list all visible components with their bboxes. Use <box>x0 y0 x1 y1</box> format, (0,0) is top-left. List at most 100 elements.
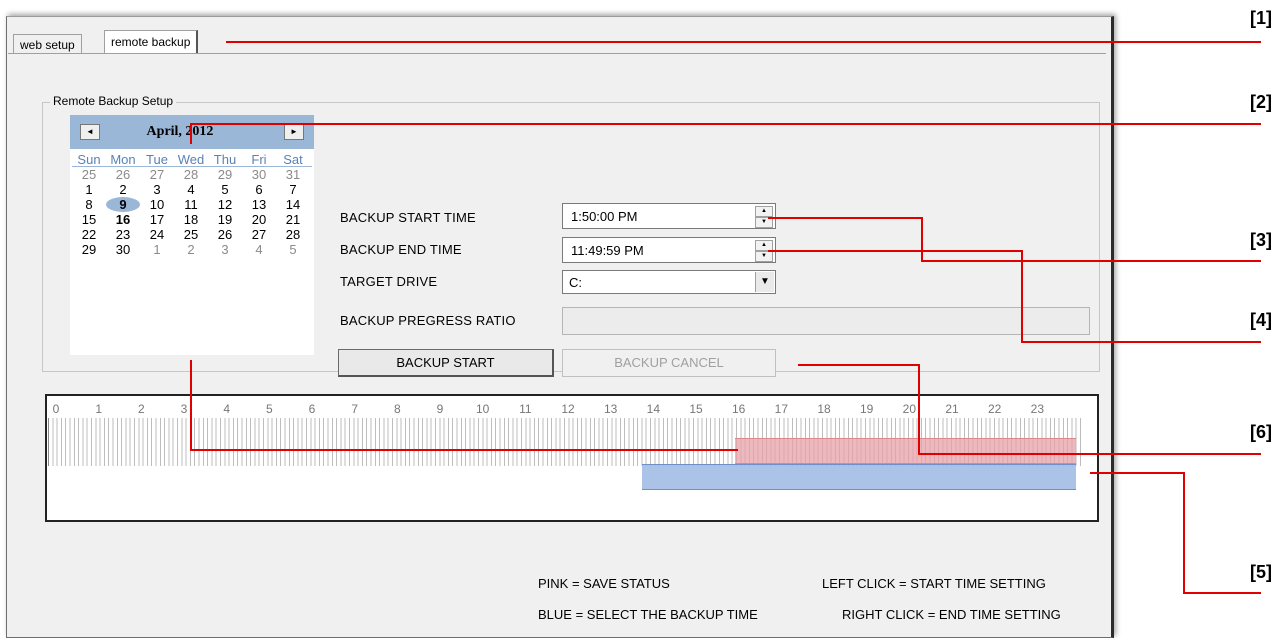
timeline-hour-label: 0 <box>52 402 60 416</box>
calendar-day[interactable]: 3 <box>140 182 174 197</box>
arrow-right-icon: ► <box>290 127 298 136</box>
callout-label-6: [6] <box>1250 422 1272 442</box>
calendar-day[interactable]: 31 <box>276 167 310 182</box>
calendar-day[interactable]: 19 <box>208 212 242 227</box>
calendar-day[interactable]: 27 <box>140 167 174 182</box>
calendar-day[interactable]: 1 <box>72 182 106 197</box>
timeline-hour-label: 2 <box>137 402 145 416</box>
backup-end-time-input[interactable] <box>569 242 743 259</box>
timeline-hour-label: 20 <box>902 402 916 416</box>
calendar-day[interactable]: 29 <box>72 242 106 257</box>
tab-remote-backup[interactable]: remote backup <box>104 30 199 54</box>
calendar-day[interactable]: 11 <box>174 197 208 212</box>
legend-right-click: RIGHT CLICK = END TIME SETTING <box>842 607 1061 622</box>
calendar-day[interactable]: 13 <box>242 197 276 212</box>
calendar-day[interactable]: 5 <box>276 242 310 257</box>
timeline-hour-label: 6 <box>308 402 316 416</box>
calendar-weekday: Wed <box>177 152 205 167</box>
calendar-day[interactable]: 30 <box>106 242 140 257</box>
backup-cancel-button[interactable]: BACKUP CANCEL <box>562 349 776 377</box>
calendar-day[interactable]: 25 <box>174 227 208 242</box>
timeline-hour-label: 8 <box>393 402 401 416</box>
start-time-spinner[interactable]: ▲ ▼ <box>755 206 773 228</box>
timeline-hour-label: 18 <box>817 402 831 416</box>
calendar-day[interactable]: 28 <box>276 227 310 242</box>
calendar-day[interactable]: 26 <box>208 227 242 242</box>
calendar-day[interactable]: 4 <box>242 242 276 257</box>
spin-down-icon[interactable]: ▼ <box>755 251 773 262</box>
backup-end-time-label: BACKUP END TIME <box>340 242 462 257</box>
calendar-day[interactable]: 15 <box>72 212 106 227</box>
callout-line-4a <box>768 250 1022 252</box>
calendar-day[interactable]: 10 <box>140 197 174 212</box>
timeline-hour-label: 9 <box>436 402 444 416</box>
backup-start-time-field[interactable]: ▲ ▼ <box>562 203 776 229</box>
timeline-hour-label: 19 <box>859 402 874 416</box>
calendar-day[interactable]: 4 <box>174 182 208 197</box>
callout-line-5c <box>1183 592 1261 594</box>
legend-left-click: LEFT CLICK = START TIME SETTING <box>822 576 1046 591</box>
calendar-day[interactable]: 25 <box>72 167 106 182</box>
calendar-day[interactable]: 24 <box>140 227 174 242</box>
legend-pink: PINK = SAVE STATUS <box>538 576 670 591</box>
calendar-grid: Sun Mon Tue Wed Thu Fri Sat 25 26 27 28 29 30 31 1 2 3 4 5… <box>72 152 312 257</box>
timeline-hour-label: 17 <box>774 402 788 416</box>
calendar-day[interactable]: 14 <box>276 197 310 212</box>
calendar-day[interactable]: 3 <box>208 242 242 257</box>
callout-line-6a <box>798 364 920 366</box>
callout-line-4b <box>1021 250 1023 343</box>
timeline-hour-label: 23 <box>1030 402 1044 416</box>
calendar-day[interactable]: 30 <box>242 167 276 182</box>
target-drive-label: TARGET DRIVE <box>340 274 438 289</box>
backup-start-time-input[interactable] <box>569 208 743 225</box>
calendar-day[interactable]: 2 <box>174 242 208 257</box>
calendar-day[interactable]: 17 <box>140 212 174 227</box>
calendar-day[interactable]: 18 <box>174 212 208 227</box>
timeline-hour-label: 12 <box>561 402 575 416</box>
callout-line-3b <box>921 217 923 262</box>
calendar-day[interactable]: 27 <box>242 227 276 242</box>
spin-up-icon[interactable]: ▲ <box>755 206 773 217</box>
calendar-weekday: Thu <box>213 152 237 167</box>
calendar-prev-button[interactable]: ◄ <box>80 124 100 140</box>
calendar-day[interactable]: 6 <box>242 182 276 197</box>
calendar-day[interactable]: 7 <box>276 182 310 197</box>
callout-label-3: [3] <box>1250 230 1272 250</box>
calendar-day[interactable]: 26 <box>106 167 140 182</box>
tab-web-setup[interactable]: web setup <box>13 34 82 54</box>
calendar-day[interactable]: 22 <box>72 227 106 242</box>
calendar-day[interactable]: 8 <box>72 197 106 212</box>
calendar-day[interactable]: 21 <box>276 212 310 227</box>
callout-line-4c <box>1021 341 1261 343</box>
backup-start-button[interactable]: BACKUP START <box>338 349 554 377</box>
callout-line-3a <box>768 217 922 219</box>
chevron-down-icon[interactable]: ▼ <box>755 272 774 292</box>
timeline-hour-label: 13 <box>603 402 618 416</box>
calendar-day[interactable]: 1 <box>140 242 174 257</box>
legend-blue: BLUE = SELECT THE BACKUP TIME <box>538 607 758 622</box>
timeline-hour-label: 5 <box>265 402 273 416</box>
calendar-next-button[interactable]: ► <box>284 124 304 140</box>
target-drive-select[interactable]: C: ▼ <box>562 270 776 294</box>
calendar-day[interactable]: 12 <box>208 197 242 212</box>
timeline-left-edge <box>48 418 49 466</box>
group-title: Remote Backup Setup <box>50 94 177 108</box>
callout-line-3c <box>921 260 1261 262</box>
timeline-hour-label: 22 <box>987 402 1002 416</box>
calendar-day[interactable]: 20 <box>242 212 276 227</box>
timeline-hour-label: 16 <box>731 402 746 416</box>
calendar-day[interactable]: 5 <box>208 182 242 197</box>
calendar-day[interactable]: 2 <box>106 182 140 197</box>
calendar-day[interactable]: 29 <box>208 167 242 182</box>
calendar-day[interactable]: 9 <box>106 197 140 212</box>
backup-start-time-label: BACKUP START TIME <box>340 210 476 225</box>
calendar-day[interactable]: 16 <box>106 212 140 227</box>
backup-end-time-field[interactable]: ▲ ▼ <box>562 237 776 263</box>
callout-label-1: [1] <box>1250 8 1272 28</box>
backup-progress-label: BACKUP PREGRESS RATIO <box>340 313 516 328</box>
calendar-day[interactable]: 23 <box>106 227 140 242</box>
arrow-left-icon: ◄ <box>86 127 94 136</box>
backup-select-range <box>642 464 1076 490</box>
timeline-hour-label: 7 <box>351 402 358 416</box>
calendar-day[interactable]: 28 <box>174 167 208 182</box>
